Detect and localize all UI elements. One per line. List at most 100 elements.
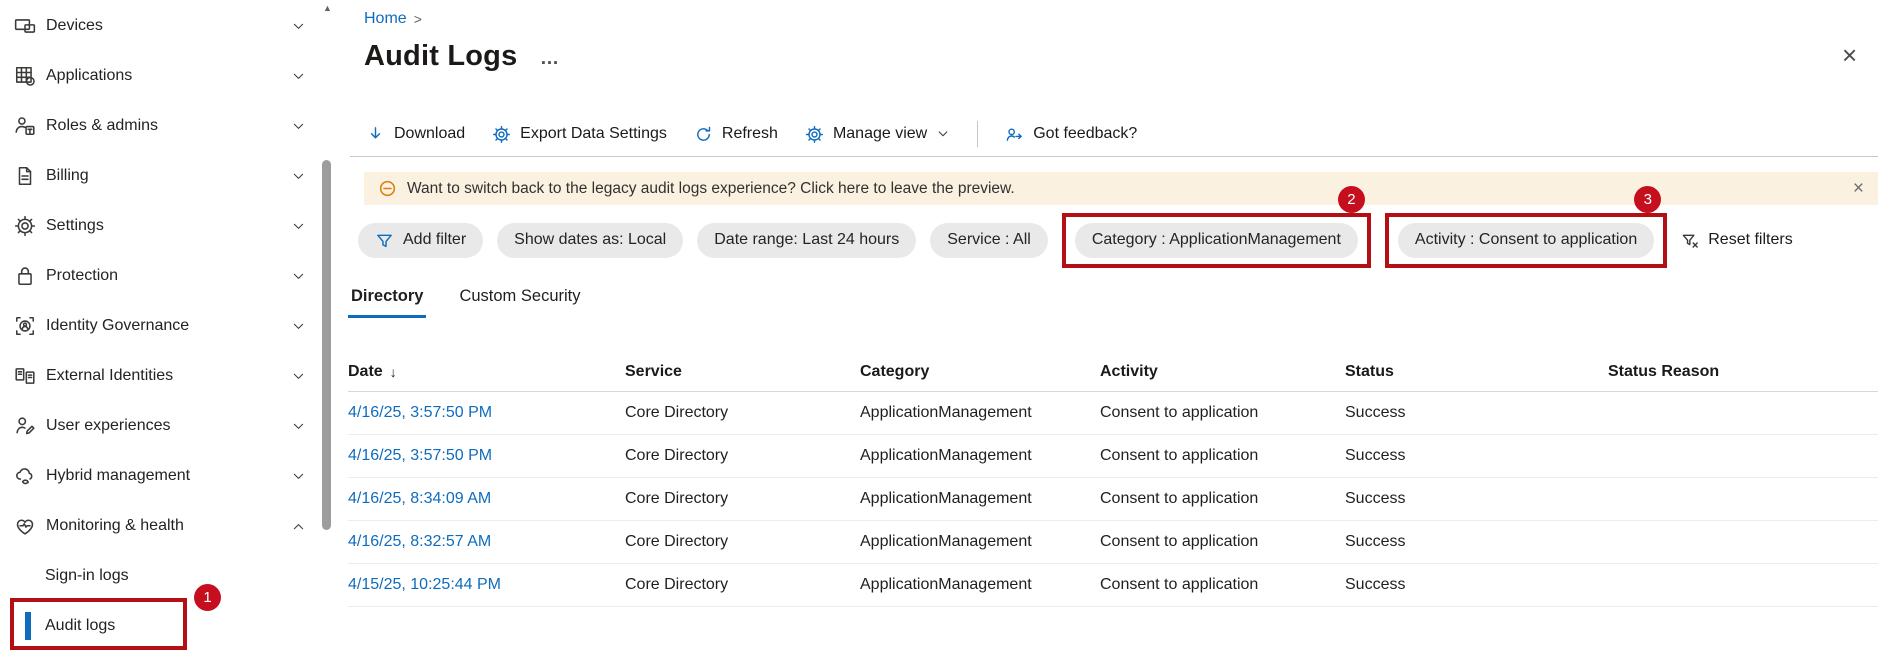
reset-filters-label: Reset filters: [1708, 231, 1792, 249]
sidebar-item-monitoring-health[interactable]: Monitoring & health: [0, 501, 318, 551]
column-header-status-reason[interactable]: Status Reason: [1608, 363, 1878, 381]
status-cell: Success: [1345, 533, 1608, 551]
sidebar-item-identity-governance[interactable]: Identity Governance: [0, 301, 318, 351]
manage-view-button[interactable]: Manage view: [805, 125, 950, 144]
date-link[interactable]: 4/16/25, 3:57:50 PM: [348, 447, 625, 465]
refresh-button[interactable]: Refresh: [694, 125, 778, 144]
add-filter-button[interactable]: Add filter: [358, 223, 483, 258]
annotation-badge-step1: 1: [194, 584, 221, 611]
sidebar-item-protection[interactable]: Protection: [0, 251, 318, 301]
add-filter-label: Add filter: [403, 231, 466, 249]
refresh-label: Refresh: [722, 125, 778, 143]
activity-cell: Consent to application: [1100, 404, 1345, 422]
annotation-badge-step3: 3: [1634, 186, 1661, 213]
sidebar-subitem-label: Audit logs: [45, 617, 115, 635]
settings-gear-icon: [14, 215, 36, 237]
chevron-down-icon: [291, 269, 306, 284]
activity-cell: Consent to application: [1100, 533, 1345, 551]
date-link[interactable]: 4/16/25, 3:57:50 PM: [348, 404, 625, 422]
billing-icon: [14, 165, 36, 187]
sidebar-subitem-sign-in-logs[interactable]: Sign-in logs: [0, 551, 318, 601]
sidebar-item-external-identities[interactable]: External Identities: [0, 351, 318, 401]
category-cell: ApplicationManagement: [860, 533, 1100, 551]
sidebar-item-label: Monitoring & health: [46, 517, 184, 535]
lock-icon: [14, 265, 36, 287]
chevron-down-icon: [936, 127, 950, 141]
sidebar-subitem-label: Sign-in logs: [45, 567, 129, 585]
blocked-circle-icon: [378, 179, 397, 198]
breadcrumb: Home >: [364, 10, 422, 28]
table-row: 4/16/25, 8:32:57 AM Core Directory Appli…: [348, 521, 1878, 564]
download-label: Download: [394, 125, 465, 143]
got-feedback-label: Got feedback?: [1033, 125, 1137, 143]
table-row: 4/16/25, 3:57:50 PM Core Directory Appli…: [348, 392, 1878, 435]
sidebar-item-label: Devices: [46, 17, 103, 35]
category-filter-pill[interactable]: Category : ApplicationManagement: [1075, 223, 1358, 258]
user-experiences-icon: [14, 415, 36, 437]
sidebar-item-billing[interactable]: Billing: [0, 151, 318, 201]
category-cell: ApplicationManagement: [860, 404, 1100, 422]
breadcrumb-home-link[interactable]: Home: [364, 10, 407, 28]
got-feedback-button[interactable]: Got feedback?: [1005, 125, 1137, 144]
date-range-pill[interactable]: Date range: Last 24 hours: [697, 223, 916, 258]
sidebar-item-hybrid-management[interactable]: Hybrid management: [0, 451, 318, 501]
tab-custom-security[interactable]: Custom Security: [456, 287, 583, 318]
reset-filters-button[interactable]: Reset filters: [1681, 231, 1792, 250]
column-header-date[interactable]: Date ↓: [348, 363, 625, 381]
column-header-category[interactable]: Category: [860, 363, 1100, 381]
status-cell: Success: [1345, 576, 1608, 594]
service-cell: Core Directory: [625, 490, 860, 508]
chevron-down-icon: [291, 469, 306, 484]
sidebar-subitem-audit-logs[interactable]: Audit logs: [0, 601, 318, 651]
page-close-icon[interactable]: ×: [1842, 42, 1857, 68]
column-header-status[interactable]: Status: [1345, 363, 1608, 381]
category-cell: ApplicationManagement: [860, 576, 1100, 594]
column-header-activity[interactable]: Activity: [1100, 363, 1345, 381]
sort-descending-icon: ↓: [390, 364, 397, 380]
sidebar-item-settings[interactable]: Settings: [0, 201, 318, 251]
chevron-down-icon: [291, 119, 306, 134]
filter-funnel-icon: [375, 231, 394, 250]
service-cell: Core Directory: [625, 533, 860, 551]
download-button[interactable]: Download: [366, 125, 465, 144]
gear-icon: [492, 125, 511, 144]
sidebar-item-label: Identity Governance: [46, 317, 189, 335]
sidebar-item-devices[interactable]: Devices: [0, 1, 318, 51]
activity-filter-pill[interactable]: Activity : Consent to application: [1398, 223, 1654, 258]
download-icon: [366, 125, 385, 144]
export-data-settings-button[interactable]: Export Data Settings: [492, 125, 667, 144]
sidebar-item-user-experiences[interactable]: User experiences: [0, 401, 318, 451]
sidebar-item-label: Hybrid management: [46, 467, 190, 485]
scrollbar-up-arrow[interactable]: ▲: [320, 3, 335, 13]
identity-governance-icon: [14, 315, 36, 337]
table-row: 4/15/25, 10:25:44 PM Core Directory Appl…: [348, 564, 1878, 607]
banner-close-icon[interactable]: ×: [1853, 179, 1864, 198]
breadcrumb-separator: >: [414, 11, 422, 27]
chevron-down-icon: [291, 19, 306, 34]
filter-bar: Add filter Show dates as: Local Date ran…: [358, 212, 1793, 268]
sidebar-item-applications[interactable]: Applications: [0, 51, 318, 101]
show-dates-pill[interactable]: Show dates as: Local: [497, 223, 683, 258]
chevron-down-icon: [291, 419, 306, 434]
devices-icon: [14, 15, 36, 37]
chevron-down-icon: [291, 169, 306, 184]
date-link[interactable]: 4/16/25, 8:34:09 AM: [348, 490, 625, 508]
sidebar-item-label: User experiences: [46, 417, 171, 435]
hybrid-cloud-icon: [14, 465, 36, 487]
date-link[interactable]: 4/15/25, 10:25:44 PM: [348, 576, 625, 594]
page-title: Audit Logs: [364, 40, 517, 73]
service-cell: Core Directory: [625, 404, 860, 422]
toolbar-divider-line: [350, 156, 1878, 157]
sidebar-item-roles-admins[interactable]: Roles & admins: [0, 101, 318, 151]
banner-message[interactable]: Want to switch back to the legacy audit …: [407, 180, 1015, 198]
sidebar-nav: Devices Applications Roles & admins Bill…: [0, 1, 318, 651]
scrollbar-thumb[interactable]: [322, 160, 331, 530]
service-filter-pill[interactable]: Service : All: [930, 223, 1048, 258]
date-link[interactable]: 4/16/25, 8:32:57 AM: [348, 533, 625, 551]
sidebar-item-label: Settings: [46, 217, 104, 235]
tab-directory[interactable]: Directory: [348, 287, 426, 318]
title-overflow-menu-icon[interactable]: …: [540, 48, 560, 70]
column-header-service[interactable]: Service: [625, 363, 860, 381]
sidebar-item-label: External Identities: [46, 367, 173, 385]
refresh-icon: [694, 125, 713, 144]
